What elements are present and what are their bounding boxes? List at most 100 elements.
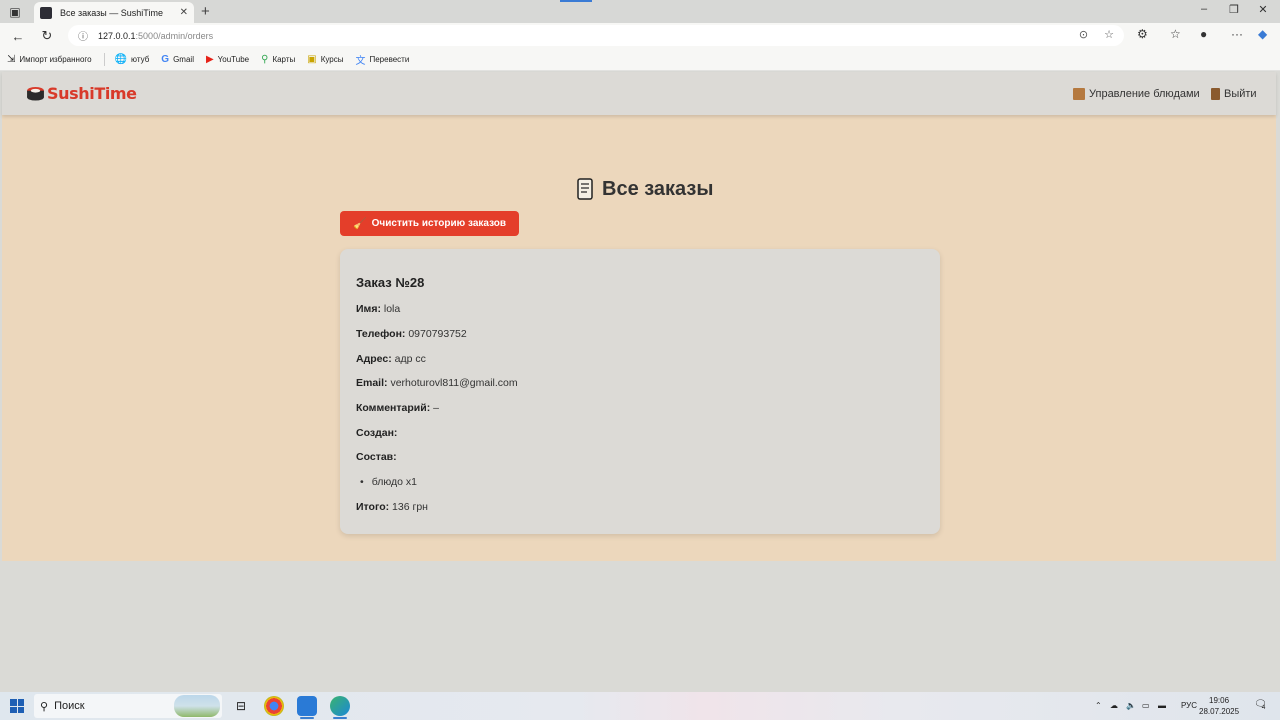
total-value: 136 грн (392, 501, 428, 513)
books-icon (1073, 88, 1085, 100)
tray-chevron-icon[interactable]: ⌃ (1095, 701, 1102, 710)
bookmark-label: Курсы (320, 54, 344, 64)
favorite-star-icon[interactable]: ☆ (1104, 28, 1114, 41)
sushi-logo-icon (27, 86, 44, 101)
bookmark-separator (103, 52, 105, 66)
order-card: Заказ №28 Имя: lola Телефон: 0970793752 … (340, 249, 940, 534)
google-icon: G (161, 53, 170, 65)
browser-tab-bar: ▣ Все заказы — SushiTime ✕ + – ❐ ✕ (0, 0, 1280, 23)
address-label: Адрес: (356, 353, 392, 365)
more-menu-icon[interactable]: ··· (1231, 27, 1243, 41)
bookmarks-bar: ⇲ Импорт избранного 🌐 ютуб G Gmail ▶ You… (0, 48, 1280, 71)
taskbar: ⚲ Поиск ⊟ ⌃ ☁ 🔈 ▭ ▬ РУС 19:06 28.07.2025… (0, 692, 1280, 720)
back-icon[interactable]: ← (9, 27, 27, 45)
address-bar[interactable]: ⓘ 127.0.0.1 :5000/admin/orders ⊙ ☆ (68, 25, 1124, 46)
order-comment: Комментарий: – (356, 402, 439, 414)
url-path: :5000/admin/orders (135, 30, 214, 41)
close-tab-icon[interactable]: ✕ (180, 7, 188, 18)
bookmark-translate[interactable]: 文 Перевести (355, 52, 409, 67)
bookmark-label: Импорт избранного (19, 54, 92, 64)
vscode-running-indicator (300, 717, 314, 719)
language-indicator[interactable]: РУС (1181, 701, 1197, 710)
clear-history-button[interactable]: 🧹 Очистить историю заказов (340, 211, 519, 236)
browser-tab[interactable]: Все заказы — SushiTime ✕ (34, 2, 194, 23)
scroll-icon (577, 178, 593, 200)
chrome-icon[interactable] (264, 696, 284, 716)
bookmark-gmail[interactable]: G Gmail (161, 54, 194, 65)
logo-text: SushiTime (47, 84, 137, 103)
order-address: Адрес: адр сс (356, 353, 426, 365)
manage-dishes-label: Управление блюдами (1089, 88, 1200, 100)
page-title: Все заказы (574, 177, 713, 201)
maps-icon: ⚲ (261, 53, 269, 65)
name-label: Имя: (356, 303, 381, 315)
extensions-icon[interactable]: ⚙ (1137, 27, 1148, 41)
new-tab-icon[interactable]: + (201, 3, 210, 20)
edge-icon[interactable] (330, 696, 350, 716)
copilot-icon[interactable]: ◆ (1258, 27, 1267, 41)
close-window-icon[interactable]: ✕ (1256, 3, 1270, 16)
tab-actions-icon[interactable]: ▣ (7, 4, 23, 20)
bookmark-label: ютуб (131, 54, 150, 64)
order-phone: Телефон: 0970793752 (356, 328, 467, 340)
maximize-icon[interactable]: ❐ (1227, 3, 1241, 16)
bookmark-import[interactable]: ⇲ Импорт избранного (7, 54, 92, 65)
reader-mode-icon[interactable]: ⊙ (1079, 28, 1088, 41)
bookmark-label: Перевести (369, 54, 410, 64)
clock-date: 28.07.2025 (1199, 707, 1240, 716)
bookmark-label: YouTube (217, 54, 250, 64)
search-highlight-image[interactable] (174, 695, 220, 717)
comment-value: – (433, 402, 439, 414)
bookmark-courses[interactable]: ▣ Курсы (307, 54, 343, 65)
list-item: блюдо x1 (360, 476, 417, 488)
search-placeholder: Поиск (54, 700, 85, 712)
logout-label: Выйти (1224, 88, 1257, 100)
taskbar-clock[interactable]: 19:06 28.07.2025 (1199, 695, 1239, 717)
network-icon[interactable]: ▭ (1142, 701, 1150, 710)
email-label: Email: (356, 377, 388, 389)
order-items-list: блюдо x1 (360, 476, 417, 488)
courses-icon: ▣ (307, 53, 317, 65)
profile-avatar-icon[interactable]: ● (1200, 27, 1207, 41)
order-email: Email: verhoturovl811@gmail.com (356, 377, 518, 389)
manage-dishes-link[interactable]: Управление блюдами (1073, 88, 1200, 100)
globe-icon: 🌐 (114, 53, 128, 65)
edge-running-indicator (333, 717, 347, 719)
url-host: 127.0.0.1 (98, 30, 136, 41)
clear-history-label: Очистить историю заказов (371, 218, 507, 229)
volume-icon[interactable]: 🔈 (1126, 701, 1136, 710)
bookmark-label: Gmail (173, 54, 194, 64)
tab-title: Все заказы — SushiTime (60, 7, 163, 18)
cloud-icon[interactable]: ☁ (1110, 701, 1118, 710)
site-info-icon[interactable]: ⓘ (78, 28, 88, 43)
windows-start-icon[interactable] (10, 699, 24, 713)
battery-icon[interactable]: ▬ (1158, 701, 1166, 710)
address-value: адр сс (394, 353, 426, 365)
search-icon: ⚲ (40, 700, 49, 713)
import-icon: ⇲ (7, 53, 16, 65)
page-title-text: Все заказы (602, 177, 714, 200)
phone-value: 0970793752 (408, 328, 467, 340)
broom-icon: 🧹 (352, 218, 367, 230)
site-logo[interactable]: SushiTime (26, 84, 137, 103)
translate-icon: 文 (355, 55, 366, 67)
favorites-icon[interactable]: ☆ (1170, 27, 1181, 41)
minimize-icon[interactable]: – (1197, 3, 1211, 15)
phone-label: Телефон: (356, 328, 406, 340)
order-total: Итого: 136 грн (356, 501, 428, 513)
logout-link[interactable]: Выйти (1211, 88, 1257, 100)
reload-icon[interactable]: ↻ (38, 27, 56, 45)
order-name: Имя: lola (356, 303, 400, 315)
notification-count: 4 (1262, 705, 1266, 711)
vscode-icon[interactable] (297, 696, 317, 716)
name-value: lola (383, 303, 401, 315)
order-created: Создан: (356, 427, 397, 439)
bookmark-maps[interactable]: ⚲ Карты (261, 54, 295, 65)
comment-label: Комментарий: (356, 402, 431, 414)
total-label: Итого: (356, 501, 390, 513)
email-value: verhoturovl811@gmail.com (390, 377, 518, 389)
task-view-icon[interactable]: ⊟ (231, 696, 251, 716)
bookmark-youtube-ru[interactable]: 🌐 ютуб (115, 54, 150, 65)
bookmark-youtube[interactable]: ▶ YouTube (206, 54, 249, 65)
order-title: Заказ №28 (356, 275, 425, 290)
